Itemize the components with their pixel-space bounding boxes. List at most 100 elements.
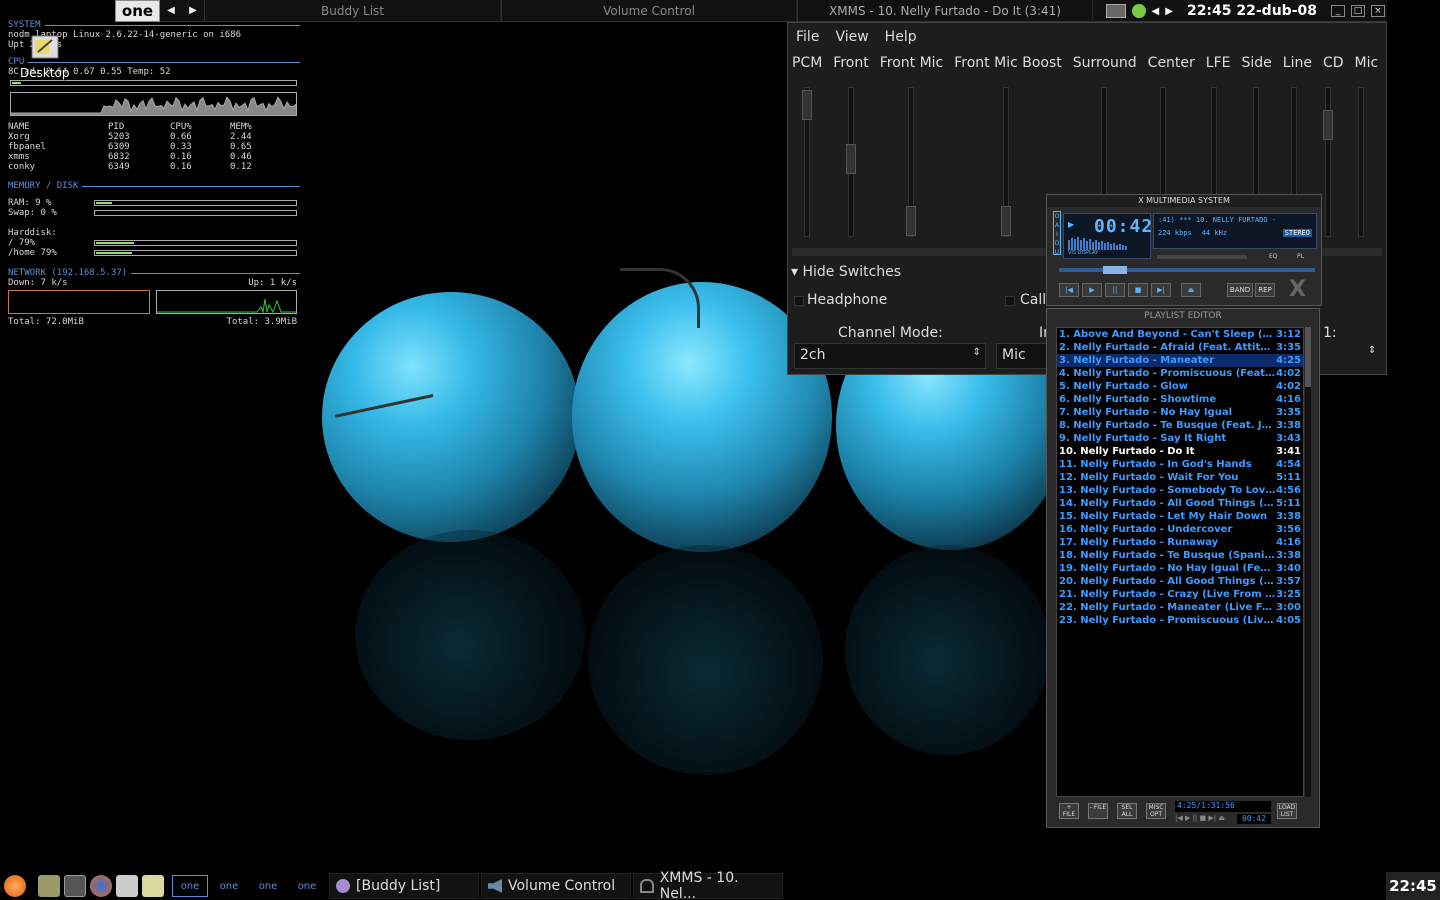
desktop-pager-4[interactable]: one xyxy=(289,875,325,897)
playlist-item[interactable]: 8. Nelly Furtado - Te Busque (Feat. Juan… xyxy=(1057,419,1303,432)
hide-switches-toggle[interactable]: ▾ Hide Switches xyxy=(791,264,901,280)
tab-side[interactable]: Side xyxy=(1242,55,1272,71)
xmms-titlebar[interactable]: X MULTIMEDIA SYSTEM xyxy=(1047,195,1321,207)
text-editor-icon[interactable] xyxy=(116,875,138,897)
seek-bar[interactable] xyxy=(1059,266,1315,274)
playlist-item[interactable]: 21. Nelly Furtado - Crazy (Live From Rad… xyxy=(1057,588,1303,601)
top-task-volume-control[interactable]: Volume Control xyxy=(501,0,797,22)
menu-help[interactable]: Help xyxy=(885,29,917,45)
playlist-item[interactable]: 11. Nelly Furtado - In God's Hands 4:54 xyxy=(1057,458,1303,471)
desktop-pager-1[interactable]: one xyxy=(172,875,208,897)
notepad-launcher-icon[interactable] xyxy=(142,875,164,897)
tab-pcm[interactable]: PCM xyxy=(792,55,822,71)
channel-mode-select[interactable]: 2ch ⇕ xyxy=(794,343,986,369)
tab-surround[interactable]: Surround xyxy=(1073,55,1137,71)
task-xmms[interactable]: XMMS - 10. Nel... xyxy=(633,870,783,900)
slider-front-mic[interactable] xyxy=(906,87,916,237)
remove-file-button[interactable]: - FILE xyxy=(1088,803,1108,819)
slider-cd[interactable] xyxy=(1323,87,1333,237)
playlist-title[interactable]: PLAYLIST EDITOR xyxy=(1047,309,1319,323)
maximize-icon[interactable]: □ xyxy=(1351,5,1365,17)
prev-icon[interactable]: ◀ xyxy=(1152,6,1160,17)
playlist-item[interactable]: 6. Nelly Furtado - Showtime 4:16 xyxy=(1057,393,1303,406)
xmms-time[interactable]: 00:42 xyxy=(1094,216,1153,237)
playlist-item[interactable]: 17. Nelly Furtado - Runaway 4:16 xyxy=(1057,536,1303,549)
playlist-scrollbar[interactable] xyxy=(1305,327,1311,797)
tab-line[interactable]: Line xyxy=(1283,55,1312,71)
add-file-button[interactable]: + FILE xyxy=(1059,803,1079,819)
slider-pcm[interactable] xyxy=(802,87,812,237)
tab-front-mic-boost[interactable]: Front Mic Boost xyxy=(954,55,1062,71)
playlist-item[interactable]: 9. Nelly Furtado - Say It Right 3:43 xyxy=(1057,432,1303,445)
slider-front[interactable] xyxy=(846,87,856,237)
next-icon[interactable]: ▶ xyxy=(1165,6,1173,17)
task-buddy-list[interactable]: [Buddy List] xyxy=(329,873,479,899)
close-icon[interactable]: × xyxy=(1371,5,1385,17)
tab-cd[interactable]: CD xyxy=(1323,55,1344,71)
bottom-clock[interactable]: 22:45 xyxy=(1386,872,1440,900)
tab-lfe[interactable]: LFE xyxy=(1206,55,1231,71)
menu-icon[interactable] xyxy=(4,875,26,897)
next-button[interactable]: ▶| xyxy=(1151,283,1171,297)
desktop-pager-3[interactable]: one xyxy=(250,875,286,897)
playlist-item[interactable]: 7. Nelly Furtado - No Hay Igual 3:35 xyxy=(1057,406,1303,419)
playlist-item[interactable]: 13. Nelly Furtado - Somebody To Love (In… xyxy=(1057,484,1303,497)
playlist-item[interactable]: 1. Above And Beyond - Can't Sleep (Radi.… xyxy=(1057,328,1303,341)
desktop-icon-label[interactable]: Desktop xyxy=(20,66,70,80)
spin-icon-2[interactable]: ⇕ xyxy=(1368,345,1376,356)
misc-options-button[interactable]: MISC OPT xyxy=(1146,803,1166,819)
eq-toggle[interactable]: EQ xyxy=(1269,253,1278,260)
calle-checkbox[interactable] xyxy=(1005,296,1015,306)
headphone-checkbox[interactable] xyxy=(794,296,804,306)
playlist-item[interactable]: 2. Nelly Furtado - Afraid (Feat. Attitud… xyxy=(1057,341,1303,354)
slider-front-mic-boost[interactable] xyxy=(1001,87,1011,237)
playlist-item[interactable]: 22. Nelly Furtado - Maneater (Live From … xyxy=(1057,601,1303,614)
stop-button[interactable]: ■ xyxy=(1128,283,1148,297)
play-button[interactable]: ▶ xyxy=(1082,283,1102,297)
desktop-pager-2[interactable]: one xyxy=(211,875,247,897)
playlist-list[interactable]: 1. Above And Beyond - Can't Sleep (Radi.… xyxy=(1056,327,1304,797)
select-all-button[interactable]: SEL ALL xyxy=(1117,803,1137,819)
band-button[interactable]: BAND xyxy=(1227,283,1253,297)
seek-knob[interactable] xyxy=(1103,266,1127,274)
volume-slider[interactable] xyxy=(1157,255,1247,259)
playlist-item[interactable]: 12. Nelly Furtado - Wait For You 5:11 xyxy=(1057,471,1303,484)
pause-button[interactable]: || xyxy=(1105,283,1125,297)
task-volume-control[interactable]: Volume Control xyxy=(481,873,631,899)
playlist-item[interactable]: 15. Nelly Furtado - Let My Hair Down 3:38 xyxy=(1057,510,1303,523)
playlist-item[interactable]: 18. Nelly Furtado - Te Busque (Spanish V… xyxy=(1057,549,1303,562)
firefox-icon[interactable] xyxy=(90,875,112,897)
load-list-button[interactable]: LOAD LIST xyxy=(1277,803,1297,819)
monitor-icon[interactable] xyxy=(1105,4,1126,18)
tab-front-mic[interactable]: Front Mic xyxy=(880,55,944,71)
playlist-item[interactable]: 5. Nelly Furtado - Glow 4:02 xyxy=(1057,380,1303,393)
menu-file[interactable]: File xyxy=(796,29,819,45)
playlist-item[interactable]: 14. Nelly Furtado - All Good Things (Com… xyxy=(1057,497,1303,510)
playlist-item[interactable]: 4. Nelly Furtado - Promiscuous (Feat. Ti… xyxy=(1057,367,1303,380)
pidgin-icon[interactable] xyxy=(1131,4,1146,18)
file-manager-icon[interactable] xyxy=(38,875,60,897)
playlist-item[interactable]: 19. Nelly Furtado - No Hay Igual (Feat. … xyxy=(1057,562,1303,575)
workspace-prev-icon[interactable]: ◀ xyxy=(160,5,182,16)
desktop-icon[interactable] xyxy=(30,34,60,60)
terminal-icon[interactable] xyxy=(64,875,86,897)
workspace-next-icon[interactable]: ▶ xyxy=(182,5,204,16)
prev-button[interactable]: |◀ xyxy=(1059,283,1079,297)
minimize-icon[interactable]: _ xyxy=(1331,5,1345,17)
oaidu-strip[interactable]: O A I D U xyxy=(1053,211,1061,256)
rep-button[interactable]: REP xyxy=(1255,283,1275,297)
tab-center[interactable]: Center xyxy=(1148,55,1195,71)
slider-mic[interactable] xyxy=(1358,87,1364,237)
tab-front[interactable]: Front xyxy=(833,55,868,71)
menu-view[interactable]: View xyxy=(835,29,868,45)
tab-mic[interactable]: Mic xyxy=(1355,55,1379,71)
playlist-item[interactable]: 16. Nelly Furtado - Undercover 3:56 xyxy=(1057,523,1303,536)
top-task-xmms[interactable]: XMMS - 10. Nelly Furtado - Do It (3:41) xyxy=(797,0,1093,22)
playlist-item[interactable]: 20. Nelly Furtado - All Good Things (Com… xyxy=(1057,575,1303,588)
pl-toggle[interactable]: PL xyxy=(1297,253,1304,260)
playlist-item[interactable]: 23. Nelly Furtado - Promiscuous (Live At… xyxy=(1057,614,1303,627)
playlist-item[interactable]: 10. Nelly Furtado - Do It 3:41 xyxy=(1057,445,1303,458)
eject-button[interactable]: ⏏ xyxy=(1181,283,1201,297)
mini-controls[interactable]: |◀ ▶ || ■ ▶| ⏏ xyxy=(1175,814,1225,822)
playlist-item[interactable]: 3. Nelly Furtado - Maneater 4:25 xyxy=(1057,354,1303,367)
